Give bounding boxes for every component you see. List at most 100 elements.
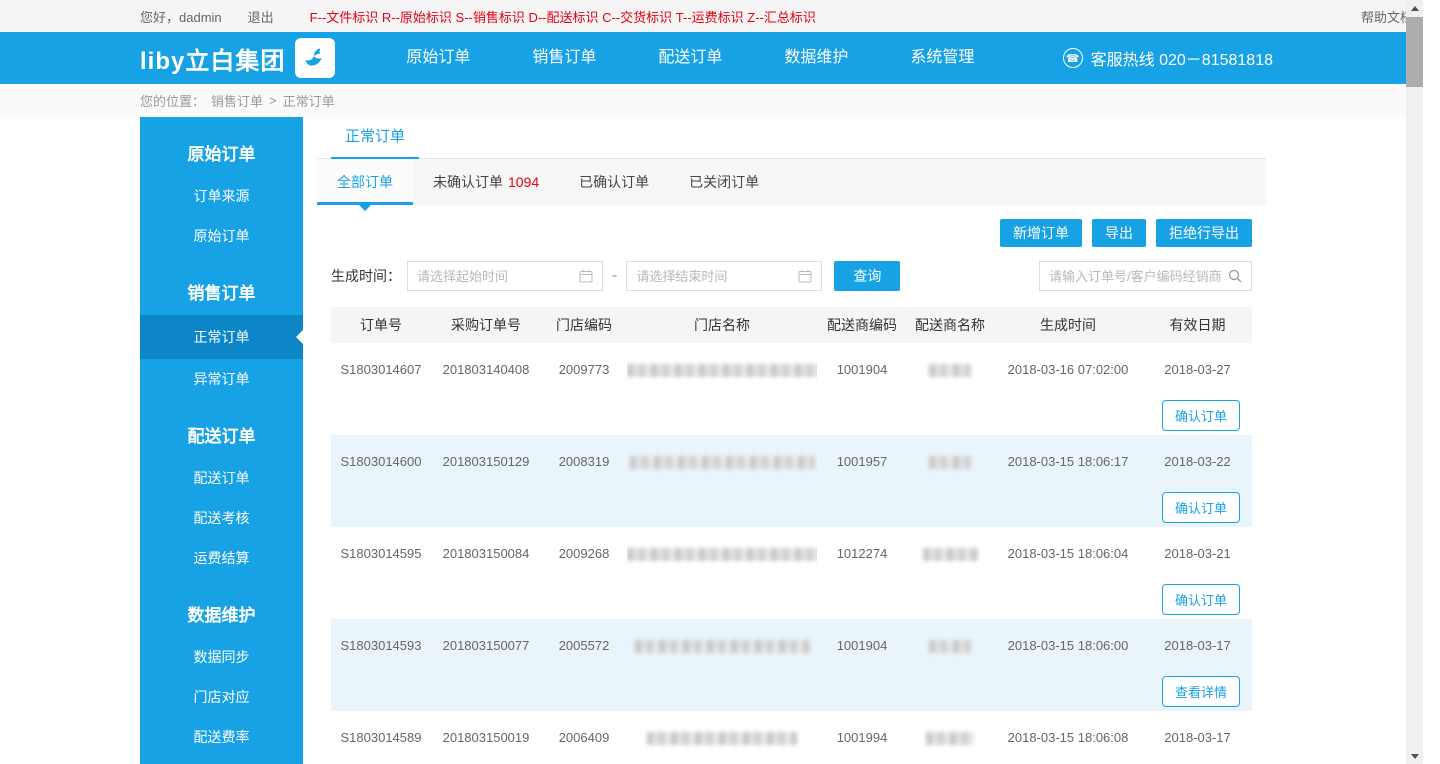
breadcrumb-item[interactable]: 正常订单 [283,91,335,110]
action-cell: 查看详情 [331,671,1252,711]
sidebar-item[interactable]: 配送费率 [140,717,303,757]
order-number-cell: S1803014593 [331,619,431,671]
order-number-cell: S1803014600 [331,435,431,487]
calendar-icon [798,269,812,283]
sidebar-item[interactable]: 数据同步 [140,637,303,677]
column-header: 配送商编码 [817,307,907,343]
scroll-down-arrow-icon[interactable] [1406,748,1423,764]
sidebar-item[interactable]: 订单来源 [140,176,303,216]
order-number-cell: S1803014595 [331,527,431,579]
view-detail-button[interactable]: 查看详情 [1162,676,1240,707]
subtabs: 全部订单 未确认订单1094 已确认订单 已关闭订单 [317,159,1266,205]
column-header: 门店编码 [541,307,627,343]
po-number-cell: 201803150129 [431,435,541,487]
store-code-cell: 2009268 [541,527,627,579]
distributor-name-cell [907,527,993,579]
column-header: 有效日期 [1143,307,1252,343]
hotline-text: 客服热线 020－81581818 [1091,46,1273,70]
store-name-cell [627,711,817,763]
breadcrumb-item[interactable]: 销售订单 [211,91,263,110]
redacted-text [929,364,971,377]
redacted-text [929,456,971,469]
nav-item[interactable]: 数据维护 [753,32,879,84]
app-window: 您好，dadmin 退出 F--文件标识 R--原始标识 S--销售标识 D--… [0,0,1423,764]
store-code-cell: 2008319 [541,435,627,487]
subtab-label: 全部订单 [337,174,393,190]
orders-table-head: 订单号采购订单号门店编码门店名称配送商编码配送商名称生成时间有效日期 [331,307,1252,343]
valid-date-cell: 2018-03-22 [1143,435,1252,487]
start-date-field[interactable] [417,269,573,284]
order-number-cell: S1803014589 [331,711,431,763]
table-row: S180301460020180315012920083191001957201… [331,435,1252,487]
sidebar-group-title[interactable]: 配送订单 [140,399,303,458]
created-time-cell: 2018-03-15 18:06:17 [993,435,1143,487]
end-date-input[interactable] [626,261,822,291]
valid-date-cell: 2018-03-17 [1143,711,1252,763]
keyword-search-field[interactable] [1049,269,1222,284]
valid-date-cell: 2018-03-27 [1143,343,1252,395]
query-button[interactable]: 查询 [834,261,900,291]
sidebar-group-title[interactable]: 系统管理 [140,757,303,764]
distributor-code-cell: 1012274 [817,527,907,579]
confirm-order-button[interactable]: 确认订单 [1162,584,1240,615]
toolbar-button[interactable]: 导出 [1092,219,1146,247]
action-cell: 确认订单 [331,395,1252,435]
po-number-cell: 201803150084 [431,527,541,579]
action-row: 确认订单 [331,395,1252,435]
sidebar-group-title[interactable]: 数据维护 [140,578,303,637]
vertical-scrollbar[interactable] [1406,0,1423,764]
nav-item[interactable]: 系统管理 [879,32,1005,84]
brand-logo-text: liby立白集团 [140,41,285,76]
scrollbar-thumb[interactable] [1406,17,1423,87]
brand-logo[interactable]: liby立白集团 [140,38,335,78]
scroll-up-arrow-icon[interactable] [1406,0,1423,16]
logout-link[interactable]: 退出 [248,7,274,26]
main-nav: 原始订单销售订单配送订单数据维护系统管理 [375,32,1005,84]
table-row: S180301459320180315007720055721001904201… [331,619,1252,671]
action-row: 查看详情 [331,671,1252,711]
subtab[interactable]: 已确认订单 [559,159,669,205]
search-icon [1228,269,1242,283]
sidebar-item[interactable]: 配送订单 [140,458,303,498]
redacted-text [635,640,810,653]
sidebar-item[interactable]: 门店对应 [140,677,303,717]
toolbar-button[interactable]: 拒绝行导出 [1156,219,1252,247]
confirm-order-button[interactable]: 确认订单 [1162,400,1240,431]
nav-item[interactable]: 配送订单 [627,32,753,84]
subtab-label: 已确认订单 [579,174,649,190]
valid-date-cell: 2018-03-21 [1143,527,1252,579]
subtab[interactable]: 未确认订单1094 [413,159,559,205]
subtab[interactable]: 全部订单 [317,159,413,205]
keyword-search-input[interactable] [1039,261,1252,291]
distributor-name-cell [907,711,993,763]
store-code-cell: 2009773 [541,343,627,395]
tab-normal-orders[interactable]: 正常订单 [331,117,419,159]
sidebar-group-title[interactable]: 原始订单 [140,117,303,176]
distributor-code-cell: 1001994 [817,711,907,763]
nav-item[interactable]: 销售订单 [501,32,627,84]
toolbar-button[interactable]: 新增订单 [1000,219,1082,247]
store-name-cell [627,527,817,579]
distributor-name-cell [907,343,993,395]
sidebar-item[interactable]: 正常订单 [140,315,303,359]
sidebar-item[interactable]: 原始订单 [140,216,303,256]
confirm-order-button[interactable]: 确认订单 [1162,492,1240,523]
store-name-cell [627,343,817,395]
page-tabs: 正常订单 [317,117,1266,159]
created-time-cell: 2018-03-15 18:06:08 [993,711,1143,763]
subtab[interactable]: 已关闭订单 [669,159,779,205]
subtab-label: 已关闭订单 [689,174,759,190]
sidebar-group-title[interactable]: 销售订单 [140,256,303,315]
order-type-legend: F--文件标识 R--原始标识 S--销售标识 D--配送标识 C--交货标识 … [310,7,816,26]
nav-item[interactable]: 原始订单 [375,32,501,84]
action-row: 确认订单 [331,579,1252,619]
start-date-input[interactable] [407,261,603,291]
sidebar-item[interactable]: 运费结算 [140,538,303,578]
main-header: liby立白集团 原始订单销售订单配送订单数据维护系统管理 ☎ 客服热线 020… [0,32,1423,84]
end-date-field[interactable] [636,269,792,284]
valid-date-cell: 2018-03-17 [1143,619,1252,671]
phone-icon: ☎ [1063,48,1083,68]
sidebar-item[interactable]: 异常订单 [140,359,303,399]
sidebar-item[interactable]: 配送考核 [140,498,303,538]
redacted-text [929,640,971,653]
